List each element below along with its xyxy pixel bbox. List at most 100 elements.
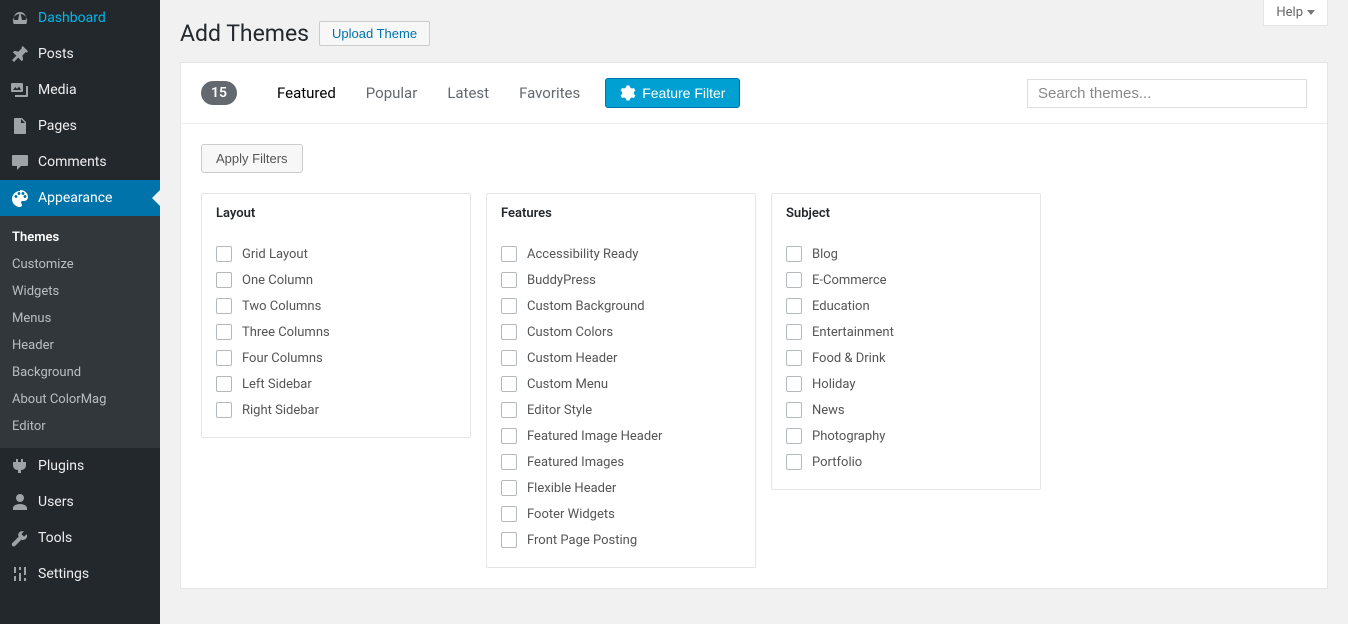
sidebar-item-appearance[interactable]: Appearance: [0, 180, 160, 216]
sidebar-item-label: Tools: [38, 530, 72, 546]
checkbox-icon: [786, 350, 802, 366]
filter-checkbox[interactable]: News: [786, 397, 1026, 423]
checkbox-icon: [501, 350, 517, 366]
filter-label: Education: [812, 299, 870, 314]
filter-label: Left Sidebar: [242, 377, 312, 392]
filter-checkbox[interactable]: Accessibility Ready: [501, 241, 741, 267]
filter-checkbox[interactable]: Education: [786, 293, 1026, 319]
submenu-item-customize[interactable]: Customize: [0, 251, 160, 278]
submenu-item-background[interactable]: Background: [0, 359, 160, 386]
sidebar-item-plugins[interactable]: Plugins: [0, 448, 160, 484]
sidebar-item-tools[interactable]: Tools: [0, 520, 160, 556]
sidebar-item-posts[interactable]: Posts: [0, 36, 160, 72]
checkbox-icon: [786, 246, 802, 262]
filter-popular[interactable]: Popular: [351, 84, 433, 102]
filter-checkbox[interactable]: Front Page Posting: [501, 527, 741, 553]
filter-checkbox[interactable]: E-Commerce: [786, 267, 1026, 293]
filter-checkbox[interactable]: BuddyPress: [501, 267, 741, 293]
filter-checkbox[interactable]: Three Columns: [216, 319, 456, 345]
filter-checkbox[interactable]: Two Columns: [216, 293, 456, 319]
filter-checkbox[interactable]: Flexible Header: [501, 475, 741, 501]
filter-label: Flexible Header: [527, 481, 616, 496]
filter-checkbox[interactable]: Editor Style: [501, 397, 741, 423]
help-tab[interactable]: Help: [1263, 0, 1328, 26]
submenu-item-editor[interactable]: Editor: [0, 413, 160, 440]
filter-checkbox[interactable]: Photography: [786, 423, 1026, 449]
sidebar-item-settings[interactable]: Settings: [0, 556, 160, 592]
filter-checkbox[interactable]: Custom Colors: [501, 319, 741, 345]
filter-label: Photography: [812, 429, 885, 444]
checkbox-icon: [786, 402, 802, 418]
filter-checkbox[interactable]: Blog: [786, 241, 1026, 267]
sidebar-item-label: Posts: [38, 46, 74, 62]
filter-checkbox[interactable]: Grid Layout: [216, 241, 456, 267]
filter-checkbox[interactable]: Footer Widgets: [501, 501, 741, 527]
filter-checkbox[interactable]: Entertainment: [786, 319, 1026, 345]
feature-filter-button[interactable]: Feature Filter: [605, 78, 740, 108]
filter-checkbox[interactable]: Holiday: [786, 371, 1026, 397]
filter-label: BuddyPress: [527, 273, 596, 288]
sidebar-item-dashboard[interactable]: Dashboard: [0, 0, 160, 36]
filter-checkbox[interactable]: Right Sidebar: [216, 397, 456, 423]
sidebar-item-users[interactable]: Users: [0, 484, 160, 520]
search-input[interactable]: [1027, 79, 1307, 108]
submenu-item-themes[interactable]: Themes: [0, 224, 160, 251]
checkbox-icon: [501, 454, 517, 470]
apply-filters-button[interactable]: Apply Filters: [201, 144, 303, 173]
filter-checkbox[interactable]: Featured Image Header: [501, 423, 741, 449]
submenu-item-about-colormag[interactable]: About ColorMag: [0, 386, 160, 413]
filter-checkbox[interactable]: Four Columns: [216, 345, 456, 371]
filter-group-title: Features: [487, 194, 755, 233]
checkbox-icon: [501, 532, 517, 548]
filter-bar: 15 Featured Popular Latest Favorites Fea…: [181, 63, 1327, 124]
submenu-item-header[interactable]: Header: [0, 332, 160, 359]
filter-checkbox[interactable]: Portfolio: [786, 449, 1026, 475]
filter-favorites[interactable]: Favorites: [504, 84, 595, 102]
filter-label: Footer Widgets: [527, 507, 615, 522]
filter-checkbox[interactable]: Custom Header: [501, 345, 741, 371]
users-icon: [10, 492, 30, 512]
sidebar-item-pages[interactable]: Pages: [0, 108, 160, 144]
sidebar-item-media[interactable]: Media: [0, 72, 160, 108]
checkbox-icon: [501, 376, 517, 392]
filter-checkbox[interactable]: Featured Images: [501, 449, 741, 475]
filter-latest[interactable]: Latest: [432, 84, 504, 102]
filter-checkbox[interactable]: One Column: [216, 267, 456, 293]
submenu-item-menus[interactable]: Menus: [0, 305, 160, 332]
plugins-icon: [10, 456, 30, 476]
upload-theme-button[interactable]: Upload Theme: [319, 21, 430, 46]
filter-checkbox[interactable]: Custom Menu: [501, 371, 741, 397]
sidebar-item-label: Users: [38, 494, 74, 510]
pin-icon: [10, 44, 30, 64]
filter-label: Front Page Posting: [527, 533, 637, 548]
checkbox-icon: [216, 376, 232, 392]
filter-label: Grid Layout: [242, 247, 308, 262]
filter-label: One Column: [242, 273, 313, 288]
filter-checkbox[interactable]: Left Sidebar: [216, 371, 456, 397]
sidebar-item-label: Pages: [38, 118, 77, 134]
sidebar-item-comments[interactable]: Comments: [0, 144, 160, 180]
filter-label: Food & Drink: [812, 351, 886, 366]
checkbox-icon: [786, 324, 802, 340]
filter-label: Custom Colors: [527, 325, 613, 340]
appearance-icon: [10, 188, 30, 208]
filter-label: Custom Header: [527, 351, 617, 366]
filter-label: Three Columns: [242, 325, 330, 340]
filter-label: Four Columns: [242, 351, 323, 366]
checkbox-icon: [501, 298, 517, 314]
filter-group-title: Subject: [772, 194, 1040, 233]
checkbox-icon: [786, 298, 802, 314]
filter-checkbox[interactable]: Food & Drink: [786, 345, 1026, 371]
filter-featured[interactable]: Featured: [262, 84, 351, 102]
filter-label: E-Commerce: [812, 273, 887, 288]
admin-sidebar: Dashboard Posts Media Pages Comments App…: [0, 0, 160, 624]
filter-body: Apply Filters Layout Grid Layout One Col…: [181, 124, 1327, 588]
filter-list-subject: Blog E-Commerce Education Entertainment …: [772, 233, 1040, 489]
submenu-item-widgets[interactable]: Widgets: [0, 278, 160, 305]
checkbox-icon: [501, 428, 517, 444]
sidebar-item-label: Plugins: [38, 458, 84, 474]
gear-icon: [620, 85, 636, 101]
filter-checkbox[interactable]: Custom Background: [501, 293, 741, 319]
comments-icon: [10, 152, 30, 172]
filter-label: Holiday: [812, 377, 855, 392]
